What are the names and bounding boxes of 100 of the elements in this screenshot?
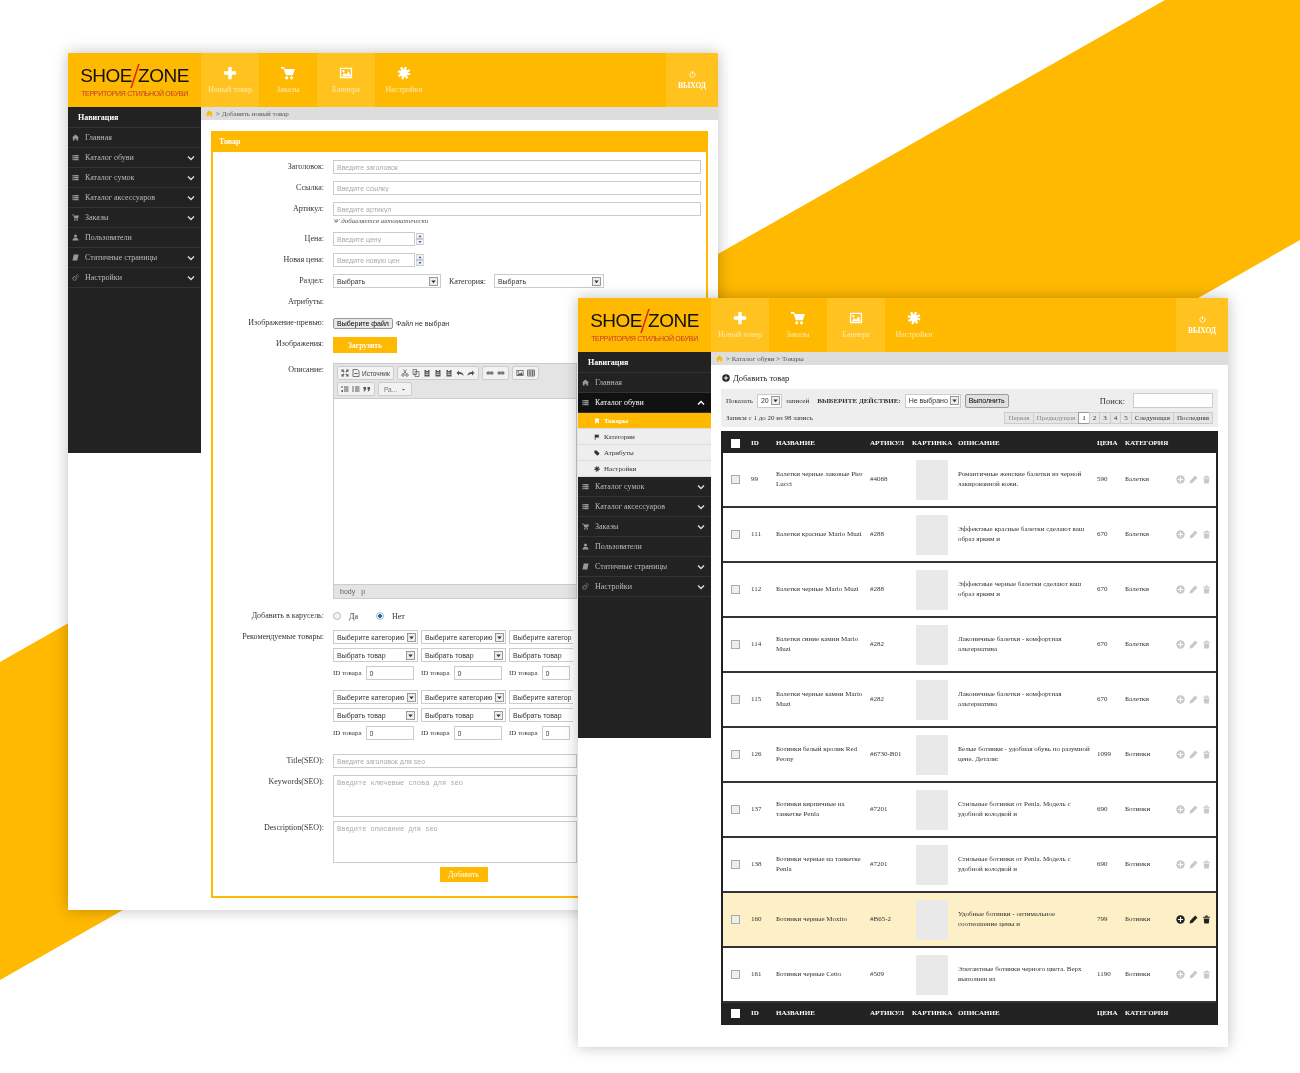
select-all-checkbox[interactable] — [731, 1008, 740, 1018]
nav-item[interactable]: Пользователи — [68, 228, 201, 248]
spinner-icon[interactable] — [416, 254, 424, 266]
paste-icon[interactable] — [444, 369, 453, 377]
cut-icon[interactable] — [400, 369, 409, 377]
power-icon — [1198, 315, 1206, 323]
trash-icon[interactable] — [1202, 915, 1211, 924]
nav-item[interactable]: Настройки — [578, 577, 711, 597]
dropdown-arrow-icon — [494, 632, 504, 642]
plus-circle-icon — [722, 374, 730, 382]
list-icon — [582, 503, 589, 510]
dropdown-arrow-icon — [949, 396, 959, 405]
search-field[interactable] — [1133, 393, 1213, 408]
field-label: Заголовок: — [286, 161, 325, 173]
nav-item[interactable]: Каталог обуви — [68, 148, 201, 168]
list-icon — [582, 399, 589, 406]
caret-down-icon — [697, 562, 705, 571]
ol-icon[interactable] — [341, 385, 349, 393]
caret-up-icon — [697, 398, 705, 407]
row-checkbox[interactable] — [731, 530, 740, 539]
row-checkbox[interactable] — [731, 475, 740, 484]
paste-icon[interactable] — [433, 369, 442, 377]
select-all-checkbox[interactable] — [731, 438, 740, 448]
quote-icon[interactable] — [363, 385, 371, 393]
row-checkbox[interactable] — [731, 585, 740, 594]
field-label: Изображение-превью: — [247, 317, 325, 329]
home-icon — [582, 379, 589, 386]
nav-item[interactable]: Настройки — [68, 268, 201, 288]
photo-placeholder — [916, 899, 948, 940]
document-icon — [352, 369, 360, 377]
gear-icon — [594, 465, 600, 472]
nav-item[interactable]: Пользователи — [578, 537, 711, 557]
pencil-icon[interactable] — [1189, 915, 1198, 924]
image-icon[interactable] — [515, 369, 524, 377]
nav-item[interactable]: Заказы — [578, 517, 711, 537]
nav-item[interactable]: Главная — [68, 128, 201, 148]
dropdown-arrow-icon — [406, 692, 416, 702]
radio-button[interactable] — [376, 612, 384, 620]
nav-item[interactable]: Каталог аксессуаров — [578, 497, 711, 517]
gears-icon — [72, 274, 79, 281]
power-icon — [688, 70, 696, 78]
dropdown-arrow-icon — [770, 396, 780, 405]
caret-down-icon — [187, 273, 195, 282]
field-label: Description(SEO): — [263, 822, 325, 834]
row-checkbox[interactable] — [731, 695, 740, 704]
field-label: Keywords(SEO): — [267, 776, 325, 788]
list-icon — [72, 154, 79, 161]
dropdown-arrow-icon — [494, 692, 504, 702]
caret-down-icon — [697, 522, 705, 531]
tag-icon — [594, 449, 600, 456]
row-checkbox[interactable] — [731, 970, 740, 979]
row-checkbox[interactable] — [731, 640, 740, 649]
link-icon[interactable] — [485, 369, 494, 377]
nav-item[interactable]: Каталог сумок — [68, 168, 201, 188]
ul-icon[interactable] — [352, 385, 360, 393]
nav-item[interactable]: Каталог аксессуаров — [68, 188, 201, 208]
field-label: Изображения: — [275, 338, 325, 350]
row-checkbox[interactable] — [731, 915, 740, 924]
nav-item[interactable]: Заказы — [68, 208, 201, 228]
row-checkbox[interactable] — [731, 750, 740, 759]
home-icon — [206, 110, 213, 117]
user-icon — [582, 543, 589, 550]
row-checkbox[interactable] — [731, 805, 740, 814]
flag-icon — [594, 433, 600, 440]
editor-content-area[interactable] — [334, 398, 576, 585]
radio-button[interactable] — [333, 612, 341, 620]
table-icon[interactable] — [526, 369, 535, 377]
undo-icon[interactable] — [455, 369, 464, 377]
row-checkbox[interactable] — [731, 860, 740, 869]
image-icon — [849, 311, 863, 325]
bookmark-icon — [594, 417, 600, 424]
add-product-link[interactable]: Добавить товар — [722, 373, 790, 383]
cart-icon — [72, 214, 79, 221]
cart-icon — [281, 66, 295, 80]
logo-text: SHOE — [590, 311, 643, 330]
plus-icon — [733, 311, 747, 325]
copy-icon[interactable] — [411, 369, 420, 377]
nav-item[interactable]: Каталог сумок — [578, 477, 711, 497]
logo-text: SHOE — [80, 66, 133, 85]
link-icon[interactable] — [496, 369, 505, 377]
paste-icon[interactable] — [422, 369, 431, 377]
field-label: Title(SEO): — [285, 755, 325, 767]
nav-item[interactable]: Каталог обуви — [578, 393, 711, 413]
gear-icon — [907, 311, 921, 325]
maximize-icon[interactable] — [341, 369, 349, 377]
dropdown-arrow-icon — [591, 276, 601, 286]
dropdown-arrow-icon — [494, 710, 503, 720]
caret-down-icon — [187, 253, 195, 262]
home-icon — [716, 355, 723, 362]
field-label: Артикул: — [291, 203, 325, 215]
caret-icon — [401, 386, 407, 392]
field-label: Рекомендуемые товары: — [241, 631, 325, 643]
radio-label: Да — [349, 611, 358, 621]
list-icon — [582, 483, 589, 490]
nav-item[interactable]: Статичные страницы — [68, 248, 201, 268]
spinner-icon[interactable] — [416, 233, 424, 245]
nav-item[interactable]: Статичные страницы — [578, 557, 711, 577]
redo-icon[interactable] — [466, 369, 475, 377]
field-label: Раздел: — [298, 275, 325, 287]
plus-circle-icon[interactable] — [1176, 915, 1185, 924]
